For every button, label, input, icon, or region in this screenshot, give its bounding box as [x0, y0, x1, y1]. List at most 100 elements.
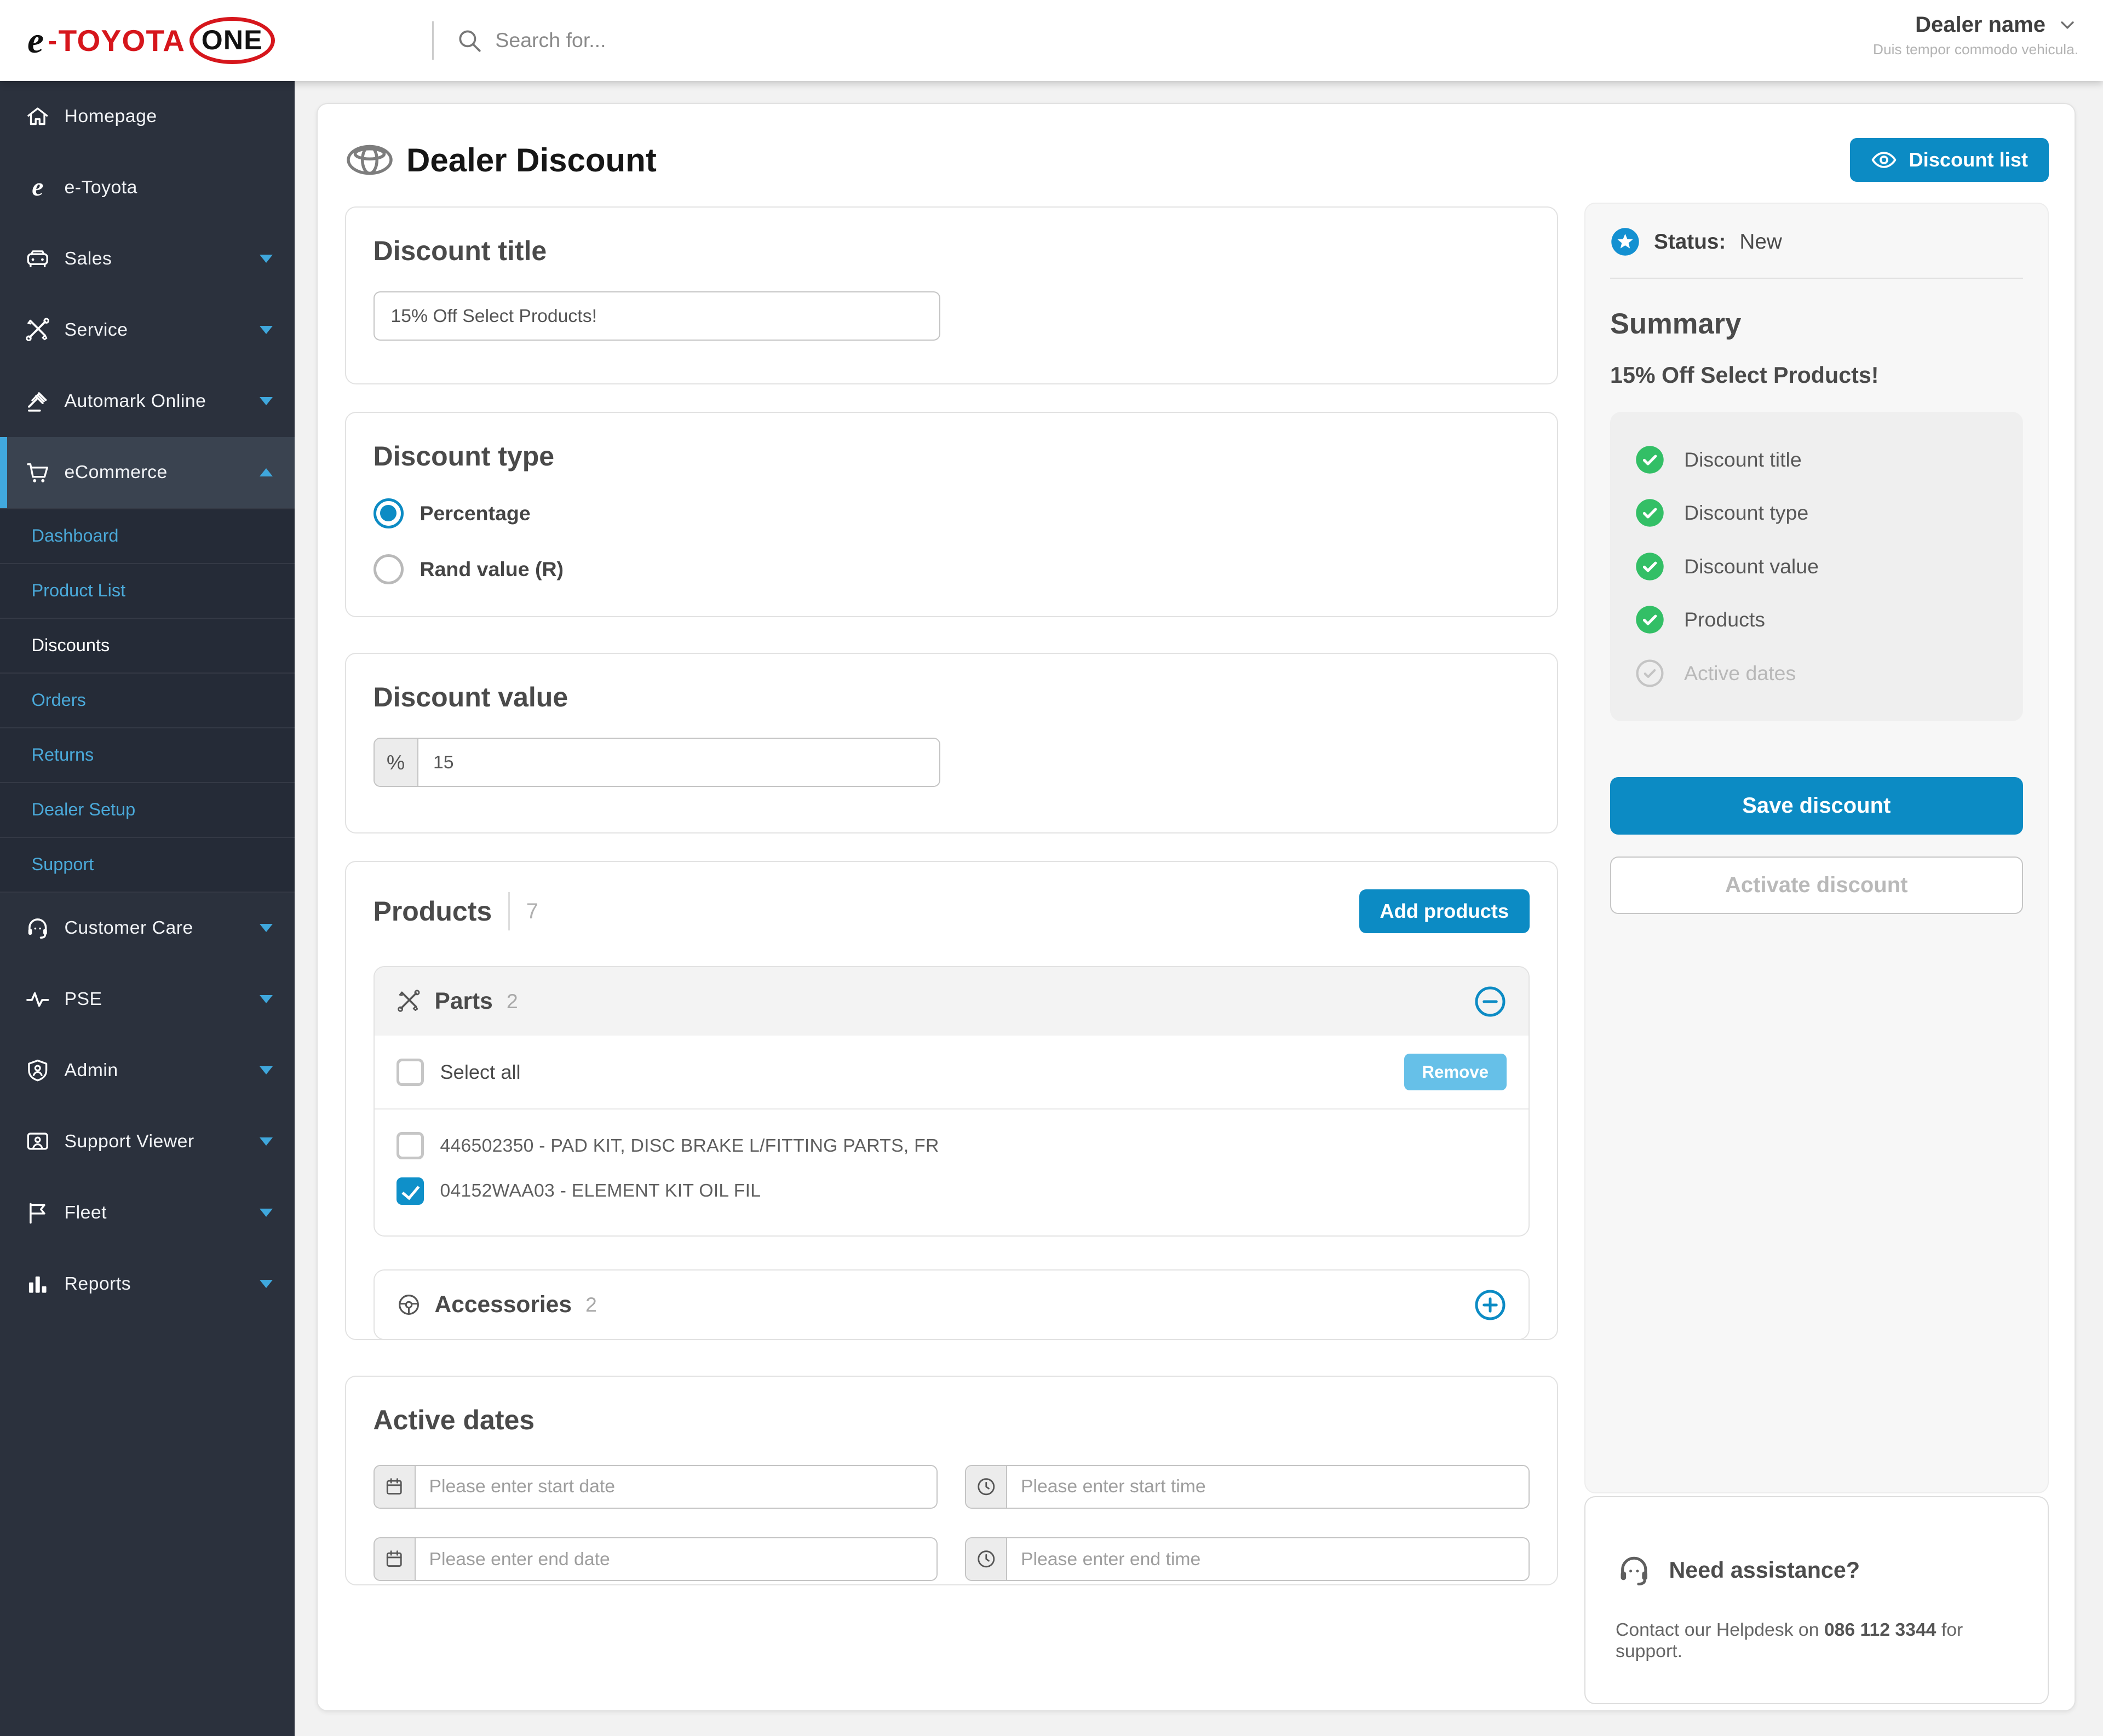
- end-time-group: [965, 1537, 1530, 1581]
- discount-type-label: Discount type: [374, 440, 1530, 472]
- sidebar-item-product-list[interactable]: Product List: [0, 564, 295, 619]
- headset-icon: [1616, 1552, 1653, 1589]
- summary-checklist: Discount title Discount type Discount va…: [1610, 412, 2023, 721]
- status-row: Status: New: [1610, 227, 2023, 257]
- sidebar-item-dashboard[interactable]: Dashboard: [0, 509, 295, 564]
- check-circle-icon: [1635, 605, 1665, 635]
- sidebar-item-orders[interactable]: Orders: [0, 674, 295, 728]
- chevron-up-icon: [260, 468, 273, 476]
- accessories-steering-icon: [397, 1292, 421, 1317]
- discount-title-input[interactable]: [374, 291, 940, 341]
- sidebar-item-homepage[interactable]: Homepage: [0, 81, 295, 152]
- chevron-down-icon: [260, 255, 273, 263]
- part-checkbox-unchecked[interactable]: [397, 1132, 424, 1159]
- add-products-button[interactable]: Add products: [1359, 889, 1530, 933]
- sidebar-item-support-viewer[interactable]: Support Viewer: [0, 1106, 295, 1177]
- sidebar-item-support[interactable]: Support: [0, 838, 295, 893]
- end-date-input[interactable]: [416, 1538, 937, 1580]
- radio-option-percentage[interactable]: Percentage: [374, 498, 1530, 528]
- status-star-icon: [1610, 227, 1640, 257]
- radio-option-rand-value[interactable]: Rand value (R): [374, 554, 1530, 584]
- admin-shield-icon: [25, 1057, 51, 1084]
- radio-selected-icon[interactable]: [374, 498, 404, 528]
- sidebar-item-customer-care[interactable]: Customer Care: [0, 893, 295, 964]
- collapse-minus-icon[interactable]: [1474, 985, 1507, 1018]
- parts-count: 2: [507, 990, 518, 1013]
- user-name: Dealer name: [1915, 13, 2045, 37]
- check-outline-icon: [1635, 658, 1665, 688]
- products-count: 7: [526, 899, 538, 924]
- parts-accordion-header[interactable]: Parts 2: [375, 967, 1529, 1036]
- search-bar: [456, 27, 906, 54]
- discount-title-card: Discount title: [345, 206, 1558, 384]
- sidebar-item-automark-online[interactable]: Automark Online: [0, 366, 295, 437]
- save-discount-button[interactable]: Save discount: [1610, 777, 2023, 835]
- check-circle-icon: [1635, 445, 1665, 475]
- clock-icon: [966, 1466, 1007, 1508]
- header-divider: [432, 21, 434, 60]
- logo-dash: -: [48, 25, 57, 56]
- e-toyota-icon: e: [25, 175, 51, 201]
- activate-discount-button[interactable]: Activate discount: [1610, 856, 2023, 914]
- products-header: Products 7 Add products: [374, 889, 1530, 933]
- active-dates-card: Active dates: [345, 1376, 1558, 1585]
- discount-value-input[interactable]: [418, 739, 939, 786]
- discount-value-card: Discount value %: [345, 653, 1558, 833]
- checklist-item: Products: [1635, 605, 1998, 635]
- sidebar-item-reports[interactable]: Reports: [0, 1249, 295, 1320]
- summary-title: Summary: [1610, 307, 2023, 341]
- sidebar-item-sales[interactable]: Sales: [0, 223, 295, 295]
- discount-list-button[interactable]: Discount list: [1850, 138, 2049, 182]
- accessories-accordion-header[interactable]: Accessories 2: [375, 1271, 1529, 1339]
- chevron-down-icon: [260, 1066, 273, 1074]
- discount-type-card: Discount type Percentage Rand value (R): [345, 412, 1558, 617]
- sidebar-item-returns[interactable]: Returns: [0, 728, 295, 783]
- pulse-icon: [25, 986, 51, 1013]
- active-dates-grid: [374, 1465, 1530, 1582]
- part-checkbox-checked[interactable]: [397, 1177, 424, 1205]
- sidebar-item-fleet[interactable]: Fleet: [0, 1177, 295, 1249]
- helpdesk-phone: 086 112 3344: [1824, 1619, 1937, 1640]
- gavel-icon: [25, 388, 51, 415]
- chevron-down-icon: [260, 326, 273, 334]
- radio-unselected-icon[interactable]: [374, 554, 404, 584]
- remove-button[interactable]: Remove: [1404, 1054, 1507, 1091]
- search-icon: [456, 27, 483, 54]
- user-menu[interactable]: Dealer name Duis tempor commodo vehicula…: [1873, 13, 2078, 59]
- expand-plus-icon[interactable]: [1474, 1289, 1507, 1321]
- accessories-accordion: Accessories 2: [374, 1269, 1530, 1340]
- sidebar-item-service[interactable]: Service: [0, 295, 295, 366]
- select-all-label: Select all: [440, 1061, 521, 1084]
- chevron-down-icon: [260, 924, 273, 932]
- panel-divider: [1610, 278, 2023, 279]
- sidebar-item-pse[interactable]: PSE: [0, 964, 295, 1035]
- main-content: Dealer Discount Discount list Discount t…: [295, 81, 2103, 1736]
- start-date-input[interactable]: [416, 1466, 937, 1508]
- sidebar-item-discounts[interactable]: Discounts: [0, 619, 295, 674]
- tools-icon: [25, 317, 51, 343]
- chevron-down-icon: [260, 397, 273, 405]
- select-all-checkbox[interactable]: [397, 1059, 424, 1086]
- end-time-input[interactable]: [1007, 1538, 1529, 1580]
- part-row[interactable]: 446502350 - PAD KIT, DISC BRAKE L/FITTIN…: [397, 1123, 1507, 1169]
- sidebar-item-dealer-setup[interactable]: Dealer Setup: [0, 783, 295, 838]
- active-dates-label: Active dates: [374, 1404, 1530, 1436]
- products-label: Products: [374, 895, 492, 927]
- status-value: New: [1739, 230, 1782, 254]
- accessories-count: 2: [585, 1293, 597, 1317]
- search-input[interactable]: [495, 28, 906, 52]
- sidebar-item-ecommerce[interactable]: eCommerce: [0, 437, 295, 508]
- start-time-input[interactable]: [1007, 1466, 1529, 1508]
- select-all-row: Select all Remove: [375, 1036, 1529, 1110]
- parts-accordion: Parts 2 Select all Remove: [374, 966, 1530, 1237]
- status-label: Status:: [1654, 230, 1726, 254]
- chevron-down-icon: [2056, 14, 2078, 36]
- checklist-item: Discount value: [1635, 551, 1998, 582]
- summary-panel: Status: New Summary 15% Off Select Produ…: [1584, 203, 2049, 1494]
- sidebar-item-e-toyota[interactable]: e e-Toyota: [0, 152, 295, 223]
- percent-addon: %: [375, 739, 418, 786]
- sidebar-item-admin[interactable]: Admin: [0, 1035, 295, 1106]
- parts-tools-icon: [397, 989, 421, 1014]
- app-logo[interactable]: e-TOYOTAONE: [27, 17, 275, 65]
- part-row[interactable]: 04152WAA03 - ELEMENT KIT OIL FIL: [397, 1169, 1507, 1214]
